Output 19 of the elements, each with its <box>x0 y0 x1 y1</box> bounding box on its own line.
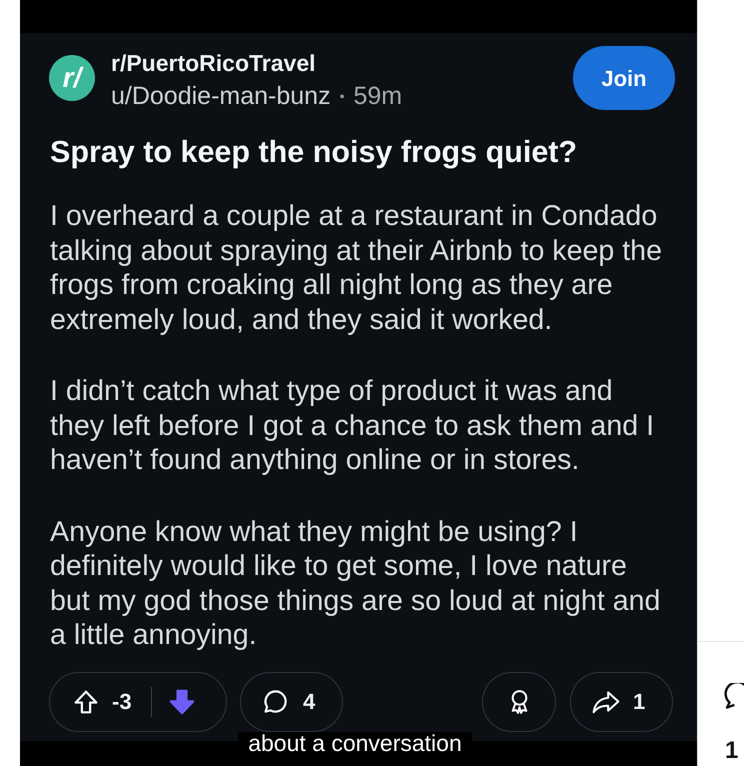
post-paragraph: I overheard a couple at a restaurant in Condado talking about spraying at their Airbnb to keep the frogs from croaking all night long as they are extremely loud, and they said it worked. <box>50 199 663 337</box>
share-button[interactable]: 1 <box>570 672 673 732</box>
count-label: 1 <box>725 737 740 765</box>
author-name[interactable]: u/Doodie-man-bunz <box>111 81 331 111</box>
join-button[interactable]: Join <box>573 46 675 110</box>
vote-score: -3 <box>112 688 132 716</box>
speech-bubble-icon[interactable] <box>723 683 744 709</box>
speech-bubble-icon <box>262 688 289 715</box>
separator: • <box>340 87 344 106</box>
post-paragraph: I didn’t catch what type of product it was and they left before I got a chance to ask them and I haven’t found anything online or in stores. <box>50 374 656 478</box>
up-arrow-icon[interactable] <box>73 688 99 714</box>
post-paragraph: Anyone know what they might be using? I definitely would like to get some, I love nature but my god those things are so loud at night and a little annoying. <box>50 514 662 652</box>
award-button[interactable] <box>482 672 556 732</box>
subreddit-avatar: r/ <box>49 55 95 101</box>
share-arrow-icon <box>591 688 621 714</box>
post-age: 59m <box>353 81 402 111</box>
subreddit-name[interactable]: r/PuertoRicoTravel <box>111 49 402 77</box>
post-title: Spray to keep the noisy frogs quiet? <box>50 134 578 170</box>
down-arrow-icon[interactable] <box>168 688 196 716</box>
